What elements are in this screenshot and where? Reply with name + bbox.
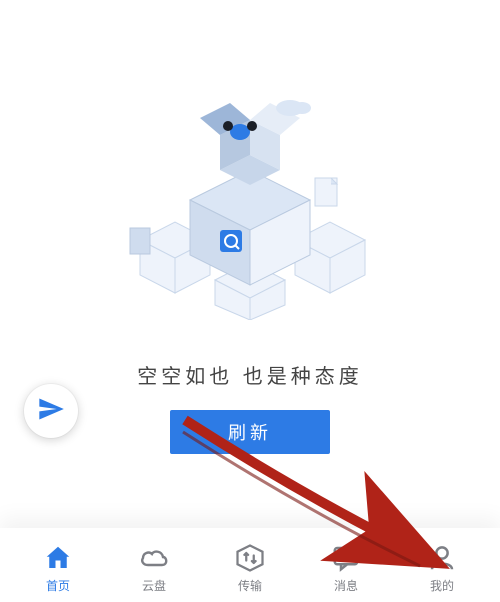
bottom-nav: 首页 云盘 传输 1 xyxy=(0,528,500,602)
nav-label: 首页 xyxy=(46,577,70,594)
nav-home[interactable]: 首页 xyxy=(10,541,106,594)
nav-label: 我的 xyxy=(430,577,454,594)
home-icon xyxy=(41,541,75,575)
nav-cloud[interactable]: 云盘 xyxy=(106,541,202,594)
empty-state-text: 空空如也 也是种态度 xyxy=(0,360,500,389)
message-badge: 1 xyxy=(351,539,367,555)
refresh-button[interactable]: 刷新 xyxy=(170,410,330,454)
empty-illustration xyxy=(120,90,380,320)
nav-label: 云盘 xyxy=(142,577,166,594)
nav-transfer[interactable]: 传输 xyxy=(202,541,298,594)
app-screen: 空空如也 也是种态度 刷新 首页 云盘 xyxy=(0,0,500,602)
nav-label: 传输 xyxy=(238,577,262,594)
paper-plane-icon xyxy=(37,395,65,428)
nav-messages[interactable]: 1 消息 xyxy=(298,541,394,594)
message-icon: 1 xyxy=(329,541,363,575)
nav-label: 消息 xyxy=(334,577,358,594)
profile-icon xyxy=(425,541,459,575)
cloud-icon xyxy=(137,541,171,575)
nav-profile[interactable]: 我的 xyxy=(394,541,490,594)
transfer-icon xyxy=(233,541,267,575)
send-fab[interactable] xyxy=(24,384,78,438)
